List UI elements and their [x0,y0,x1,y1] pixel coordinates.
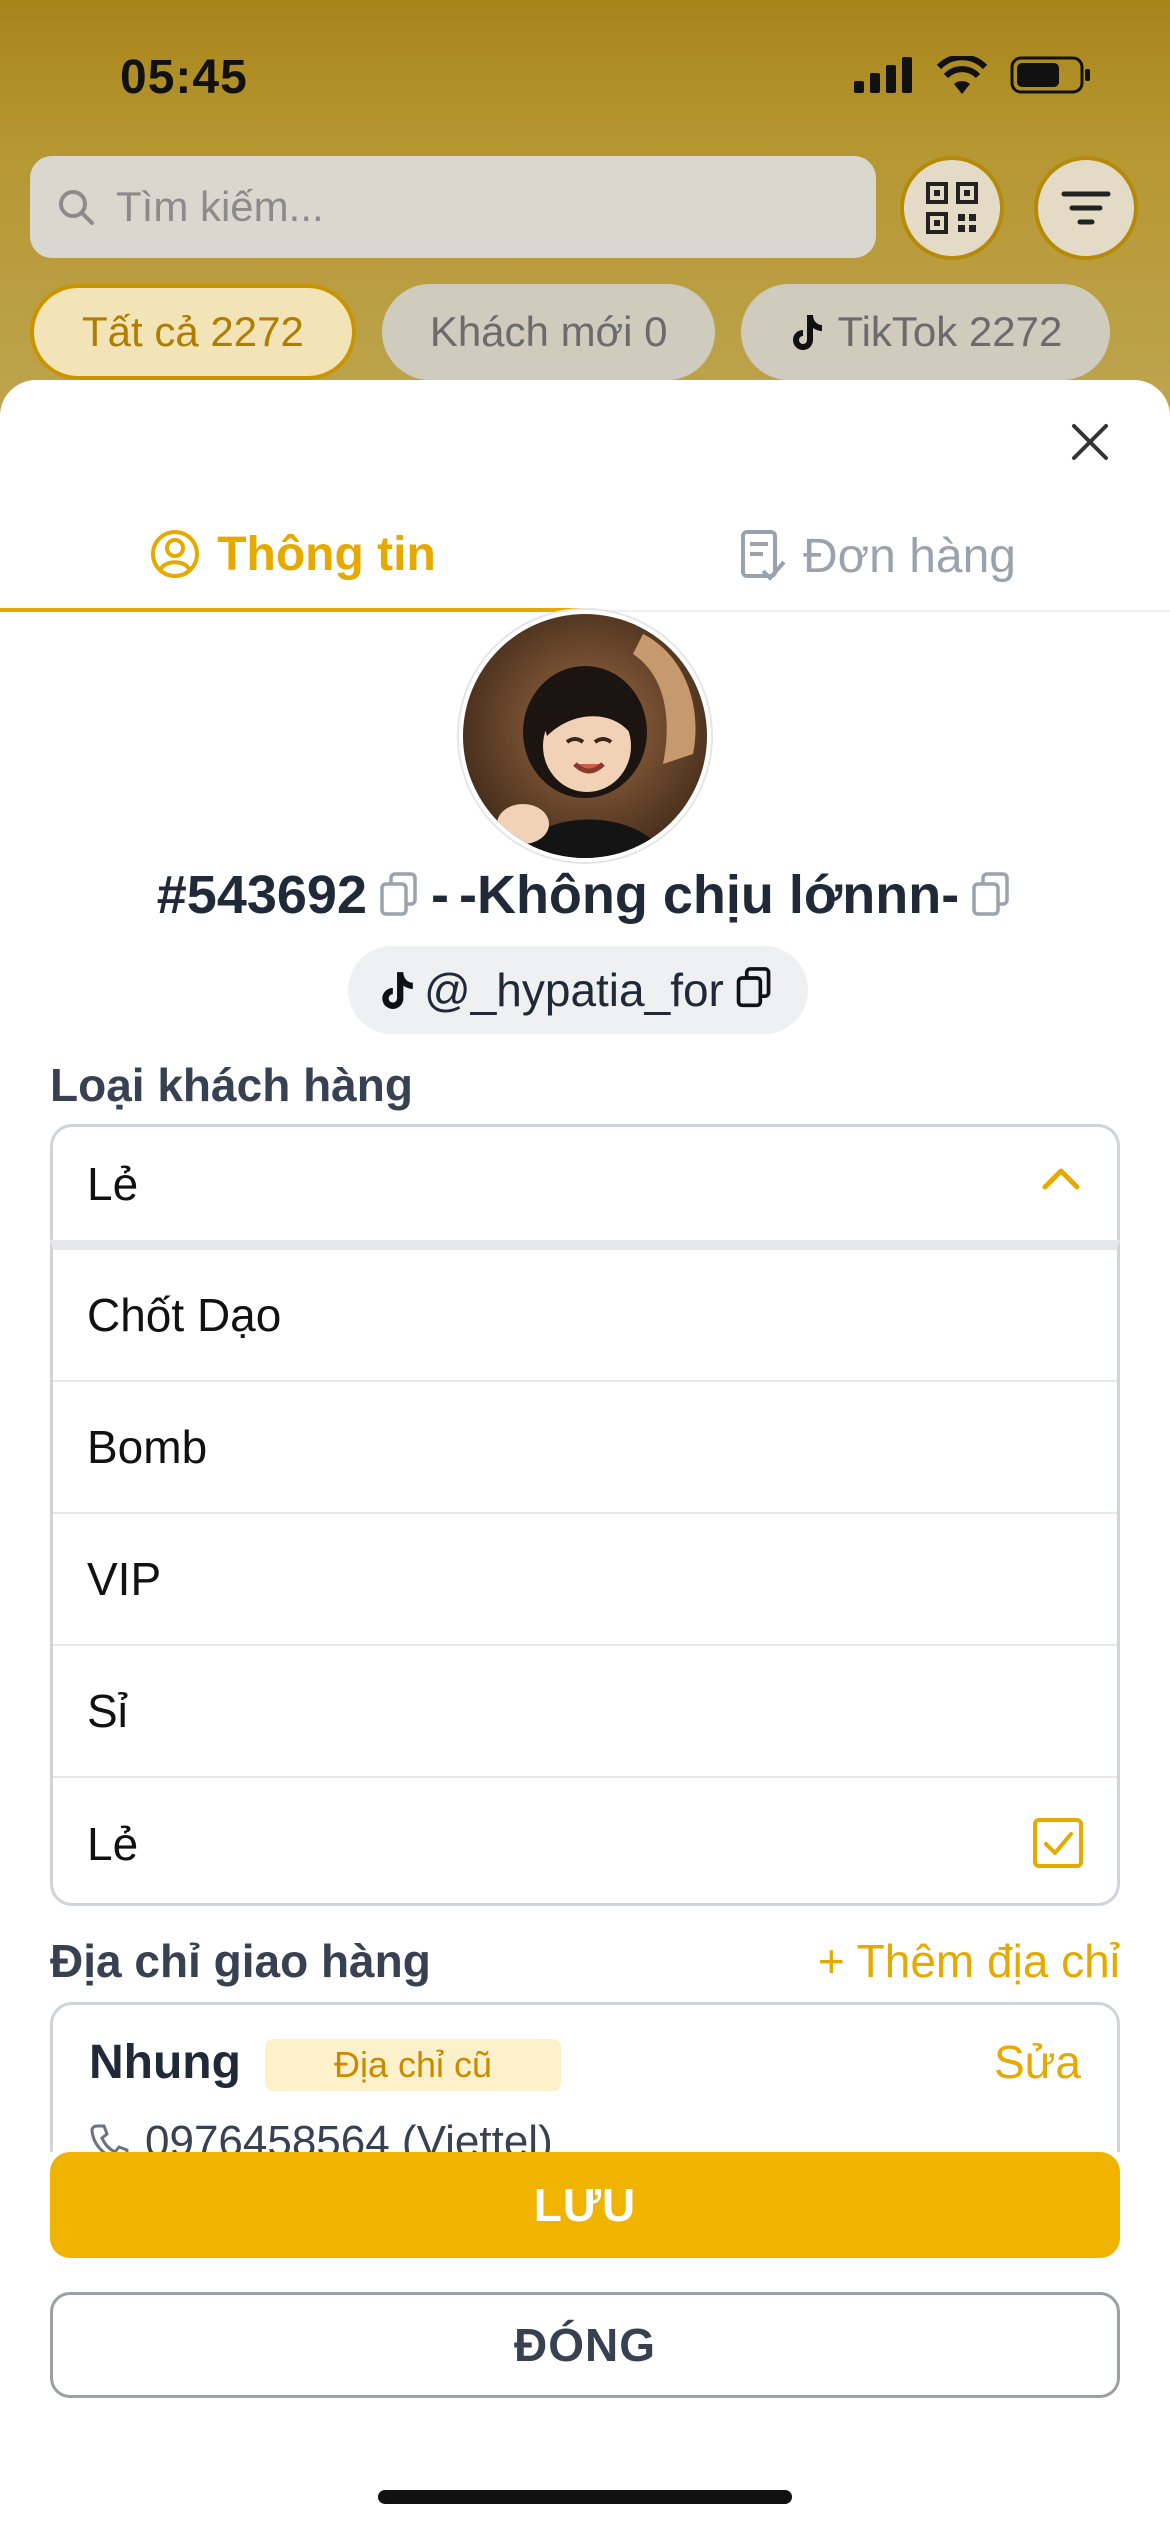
chip-new-customers[interactable]: Khách mới 0 [381,284,716,380]
filter-chips: Tất cả 2272 Khách mới 0 TikTok 2272 [30,284,1111,380]
checkbox-checked-icon [1033,1818,1083,1868]
tab-orders-label: Đơn hàng [803,529,1016,583]
customer-type-label: Loại khách hàng [50,1059,413,1111]
chip-new-label: Khách mới 0 [429,308,668,355]
battery-icon [1010,56,1090,94]
customer-type-select[interactable]: Lẻ [50,1124,1120,1240]
cellular-signal-icon [854,57,912,93]
search-placeholder: Tìm kiếm... [116,183,324,230]
option-bomb[interactable]: Bomb [53,1382,1117,1514]
qr-scan-button[interactable] [900,156,1004,260]
chip-all[interactable]: Tất cả 2272 [30,284,356,380]
tiktok-icon [793,315,823,350]
edit-address-button[interactable]: Sửa [994,2035,1081,2089]
search-input[interactable]: Tìm kiếm... [30,156,876,258]
name-separator: - [430,865,449,925]
option-label: Sỉ [87,1685,128,1737]
option-chot-dao[interactable]: Chốt Dạo [53,1250,1117,1382]
shipping-address-label: Địa chỉ giao hàng [50,1935,431,1987]
add-address-button[interactable]: + Thêm địa chỉ [818,1934,1120,1988]
avatar [459,610,711,862]
chip-tiktok-label: TikTok 2272 [837,308,1063,355]
customer-type-dropdown: Chốt Dạo Bomb VIP Sỉ Lẻ [50,1240,1120,1906]
option-label: VIP [87,1553,162,1605]
status-icons [854,56,1092,94]
option-si[interactable]: Sỉ [53,1646,1117,1778]
option-label: Chốt Dạo [87,1289,282,1341]
chip-tiktok[interactable]: TikTok 2272 [741,284,1111,380]
status-time: 05:45 [120,51,248,104]
tab-info-label: Thông tin [217,527,436,581]
copy-id-icon[interactable] [377,870,421,920]
home-indicator [378,2490,792,2504]
chip-all-label: Tất cả 2272 [82,308,304,355]
filter-icon [1061,191,1111,225]
chevron-up-icon [1042,1168,1080,1190]
user-circle-icon [151,530,200,578]
copy-handle-icon[interactable] [734,965,778,1015]
filter-button[interactable] [1034,156,1138,260]
qr-code-icon [926,182,978,234]
order-list-icon [741,530,786,581]
action-area: LƯU ĐÓNG [0,2152,1170,2532]
wifi-icon [936,56,988,94]
tiktok-icon [382,972,413,1009]
close-button[interactable]: ĐÓNG [50,2292,1120,2398]
option-label: Lẻ [87,1818,139,1870]
close-icon[interactable] [1062,414,1118,470]
customer-id: #543692 [156,865,367,925]
save-button[interactable]: LƯU [50,2152,1120,2258]
customer-name-row: #543692 - -Không chịu lớnnn- [0,864,1170,926]
option-vip[interactable]: VIP [53,1514,1117,1646]
copy-name-icon[interactable] [969,870,1013,920]
detail-tabs: Thông tin Đơn hàng [0,500,1170,612]
tab-orders[interactable]: Đơn hàng [585,500,1170,612]
option-label: Bomb [87,1421,208,1473]
shipping-address-header: Địa chỉ giao hàng + Thêm địa chỉ [50,1934,1120,2004]
tab-info[interactable]: Thông tin [0,500,585,612]
tiktok-handle-pill: @_hypatia_for [348,946,808,1034]
search-icon [59,190,94,225]
tiktok-handle: @_hypatia_for [424,964,724,1016]
customer-detail-sheet: Thông tin Đơn hàng #543692 - -Không chịu… [0,380,1170,2532]
old-address-badge: Địa chỉ cũ [265,2039,561,2091]
recipient-name: Nhung [89,2036,241,2089]
option-le[interactable]: Lẻ [53,1778,1117,1910]
customer-name: -Không chịu lớnnn- [458,865,960,925]
customer-type-selected: Lẻ [87,1157,139,1210]
